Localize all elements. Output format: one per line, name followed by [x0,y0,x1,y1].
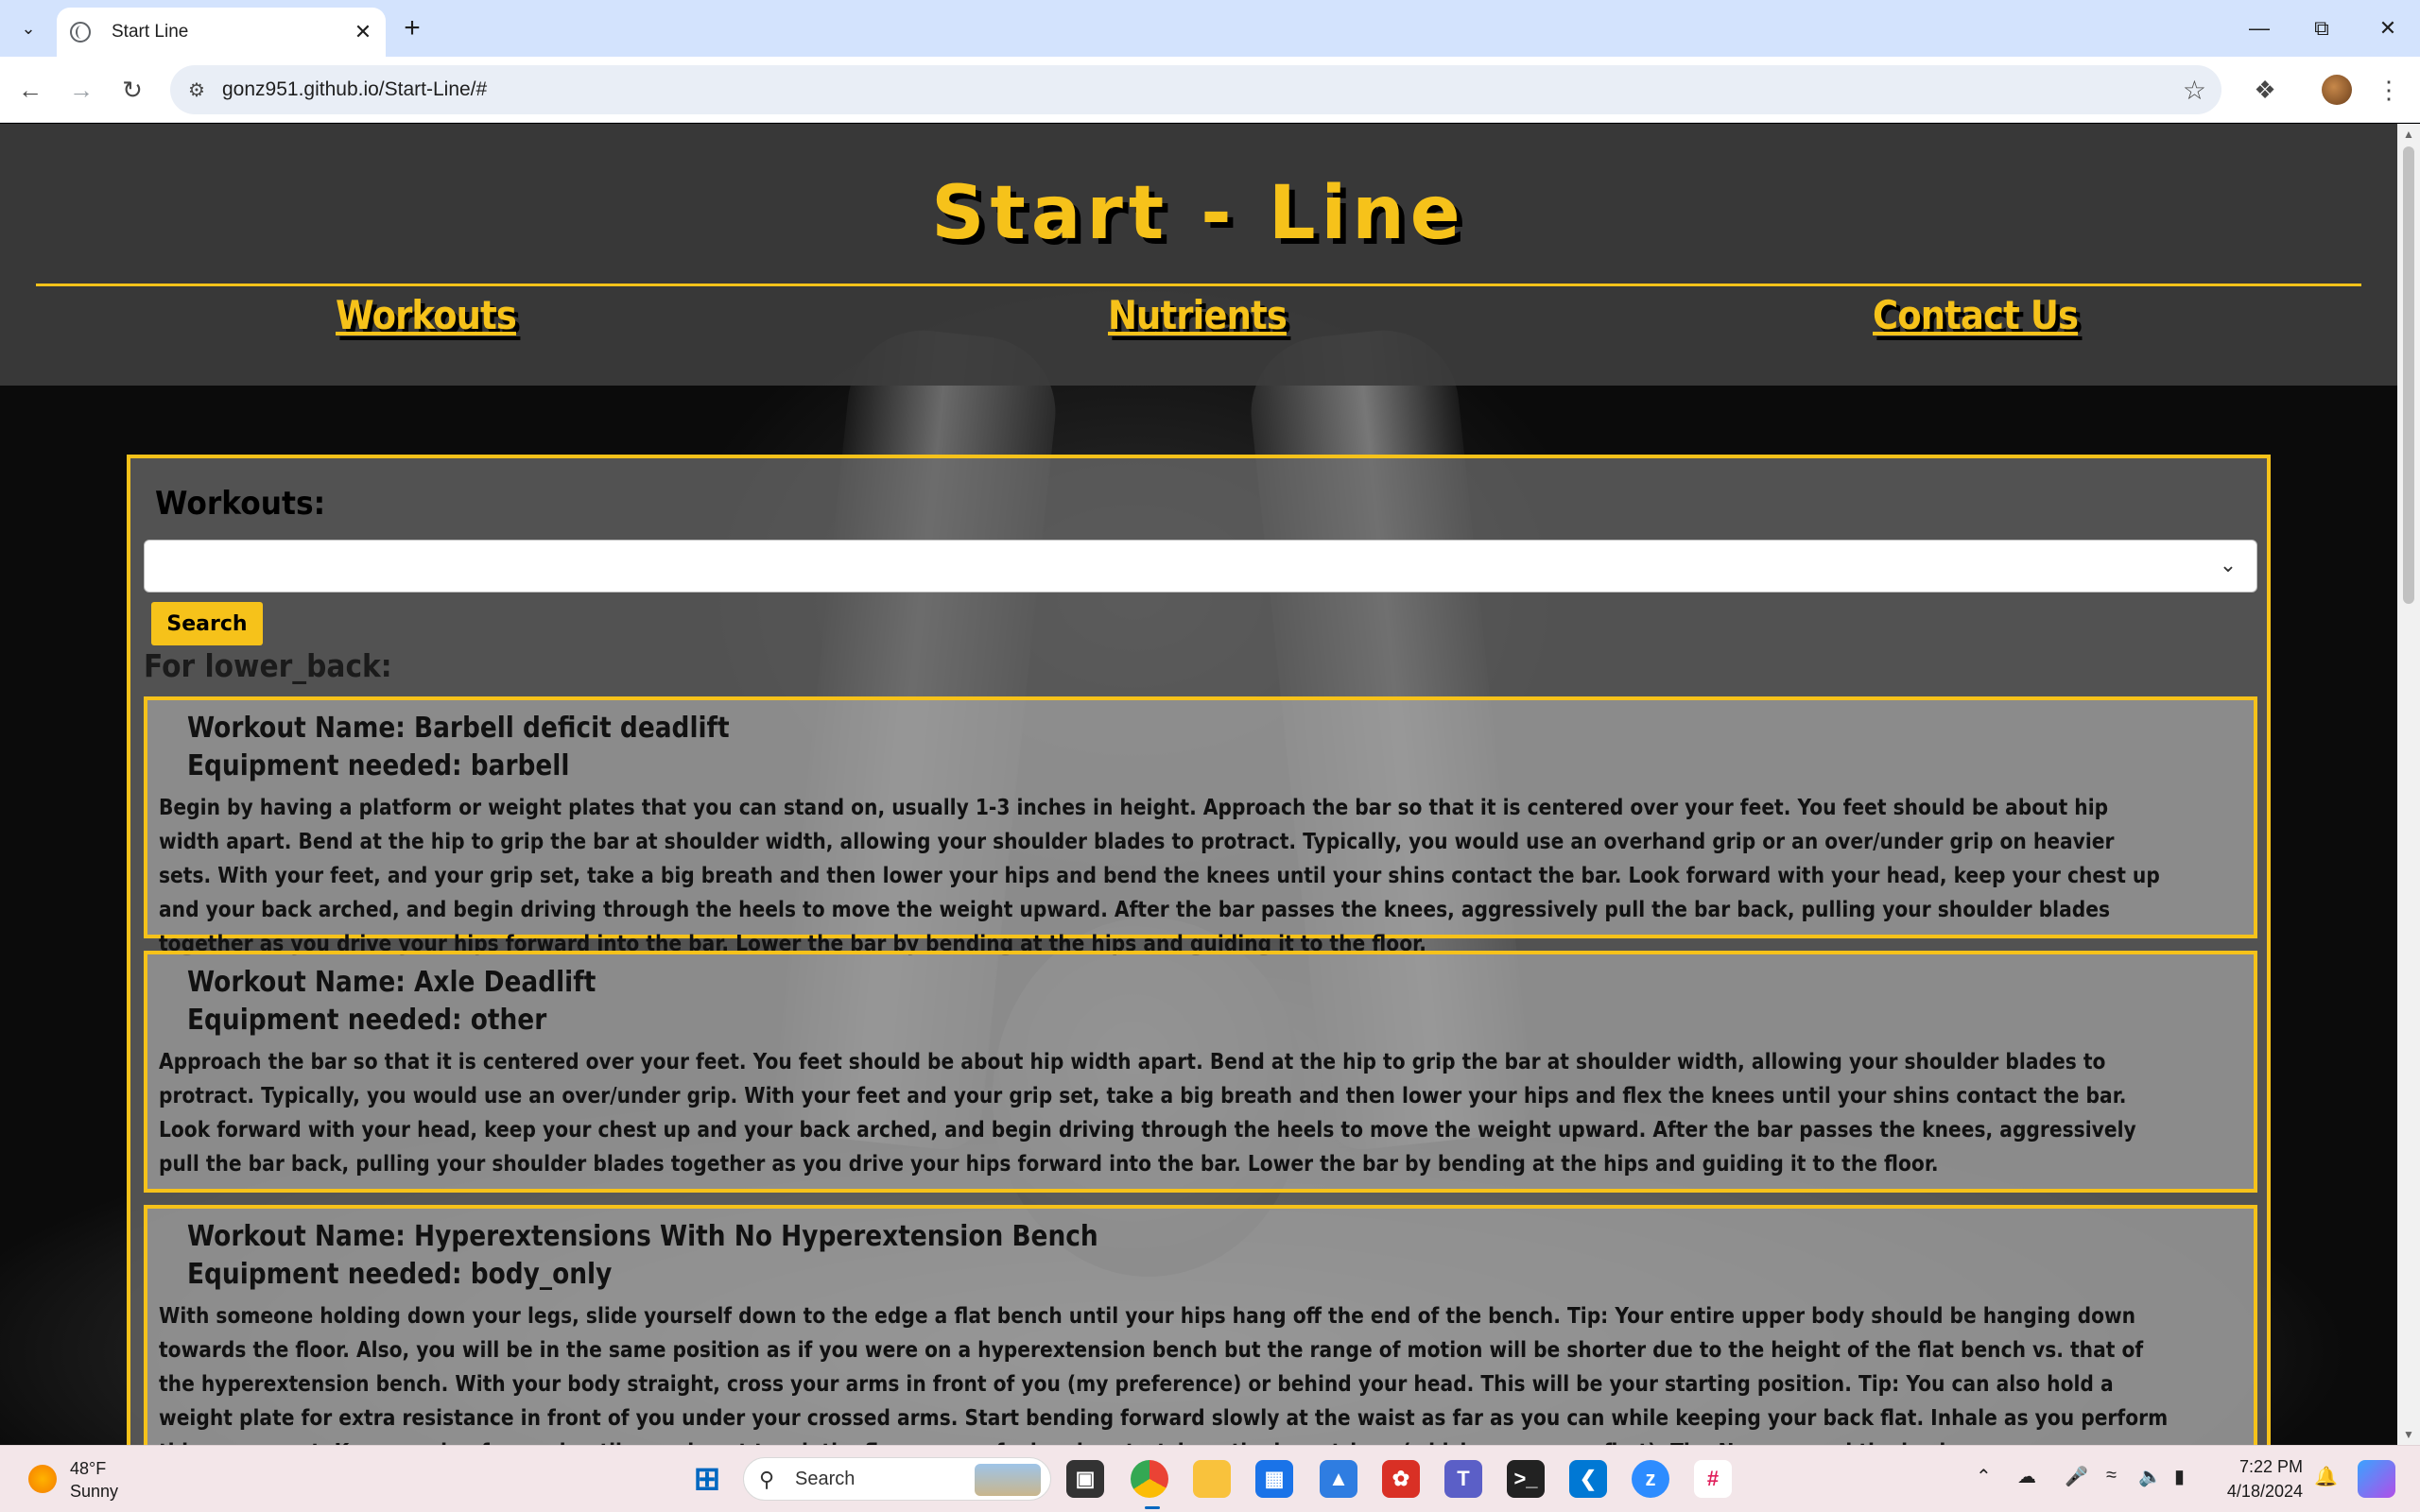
new-tab-icon[interactable]: + [397,12,427,43]
globe-icon [70,22,91,43]
muscle-select[interactable]: ⌄ [144,540,2257,593]
file-explorer-icon[interactable] [1193,1460,1231,1498]
scroll-down-icon[interactable]: ▼ [2403,1428,2414,1441]
chevron-up-icon[interactable]: ⌃ [1976,1465,1992,1488]
page-scrollbar[interactable]: ▲ ▼ [2397,124,2420,1445]
equipment-needed: Equipment needed: barbell [187,749,570,782]
browser-toolbar: ← → ↻ ⚙ gonz951.github.io/Start-Line/# ☆ [0,57,2420,123]
more-menu-icon[interactable]: ⋮ [2375,71,2403,109]
workout-description: Begin by having a platform or weight pla… [159,796,2160,956]
chrome-icon[interactable] [1131,1460,1168,1498]
site-title: Start - Line [931,171,1466,256]
microsoft-store-icon[interactable]: ▦ [1255,1460,1293,1498]
microphone-icon[interactable]: 🎤 [2065,1465,2088,1488]
bookmark-star-icon[interactable]: ☆ [2183,75,2206,106]
clock-date[interactable]: 4/18/2024 [2206,1482,2303,1502]
workout-search-panel: Workouts: ⌄ Search For lower_back: Worko… [127,455,2271,1445]
nav-contact-link[interactable]: Contact Us [1873,292,2079,338]
results-muscle-label: For lower_back: [144,647,392,684]
teams-icon[interactable]: T [1444,1460,1482,1498]
copilot-icon[interactable] [2358,1460,2395,1498]
workout-name: Workout Name: Axle Deadlift [187,966,596,999]
scroll-thumb[interactable] [2403,146,2414,604]
result-card: Workout Name: Axle Deadlift Equipment ne… [144,951,2257,1193]
equipment-needed: Equipment needed: body_only [187,1258,613,1291]
workout-description: With someone holding down your legs, sli… [159,1304,2169,1445]
task-view-icon[interactable]: ▣ [1066,1460,1104,1498]
browser-tab-strip: ⌄ Start Line ✕ + — ⧉ ✕ [0,0,2420,57]
app-red-icon[interactable]: ✿ [1382,1460,1420,1498]
nav-nutrients-link[interactable]: Nutrients [1108,292,1288,338]
search-highlight-image [975,1464,1041,1496]
clock-time[interactable]: 7:22 PM [2227,1457,2303,1477]
search-button[interactable]: Search [151,602,263,645]
equipment-needed: Equipment needed: other [187,1004,547,1037]
volume-icon[interactable]: 🔈 [2138,1465,2162,1488]
taskbar-search-label: Search [795,1469,856,1489]
zoom-icon[interactable]: z [1632,1460,1669,1498]
weather-temperature[interactable]: 48°F [70,1459,106,1479]
result-card: Workout Name: Barbell deficit deadlift E… [144,696,2257,956]
site-header: Start - Line Workouts Nutrients Contact … [0,124,2397,386]
tab-search-chevron-icon[interactable]: ⌄ [13,13,43,43]
minimize-icon[interactable]: — [2231,8,2288,49]
notification-bell-icon[interactable]: 🔔 [2314,1465,2338,1488]
header-divider [36,284,2361,286]
back-arrow-icon[interactable]: ← [11,71,49,109]
sun-icon[interactable] [28,1465,57,1493]
reload-icon[interactable]: ↻ [113,71,151,109]
taskbar-search[interactable]: ⚲ Search [743,1457,1051,1501]
forward-arrow-icon[interactable]: → [62,71,100,109]
workout-name: Workout Name: Barbell deficit deadlift [187,712,730,745]
window-close-icon[interactable]: ✕ [2360,8,2416,49]
chevron-down-icon[interactable]: ⌄ [2215,552,2241,578]
workout-name: Workout Name: Hyperextensions With No Hy… [187,1220,1098,1253]
app-icon[interactable]: ▲ [1320,1460,1357,1498]
taskbar: 48°F Sunny ⊞ ⚲ Search ▣ ▦ ▲ ✿ T >_ ❮ z #… [0,1445,2420,1512]
wifi-icon[interactable]: ≈ [2106,1465,2117,1486]
url-text[interactable]: gonz951.github.io/Start-Line/# [222,78,487,101]
address-bar[interactable]: ⚙ gonz951.github.io/Start-Line/# ☆ [170,65,2221,114]
weather-condition[interactable]: Sunny [70,1482,118,1502]
slack-icon[interactable]: # [1694,1460,1732,1498]
battery-icon[interactable]: ▮ [2174,1465,2185,1488]
nav-workouts-link[interactable]: Workouts [336,292,517,338]
tab-title: Start Line [112,22,189,42]
page-viewport: Start - Line Workouts Nutrients Contact … [0,124,2397,1445]
extensions-puzzle-icon[interactable]: ❖ [2246,71,2284,109]
site-info-icon[interactable]: ⚙ [183,77,210,103]
active-app-indicator [1145,1506,1160,1509]
vscode-icon[interactable]: ❮ [1569,1460,1607,1498]
panel-heading: Workouts: [155,485,326,523]
scroll-up-icon[interactable]: ▲ [2403,128,2414,141]
restore-icon[interactable]: ⧉ [2293,8,2350,49]
browser-tab[interactable]: Start Line ✕ [57,8,386,57]
result-card: Workout Name: Hyperextensions With No Hy… [144,1205,2257,1445]
windows-start-icon[interactable]: ⊞ [688,1460,726,1498]
search-icon: ⚲ [759,1468,775,1491]
profile-avatar[interactable] [2322,75,2352,105]
close-tab-icon[interactable]: ✕ [350,19,376,45]
terminal-icon[interactable]: >_ [1507,1460,1545,1498]
onedrive-icon[interactable]: ☁ [2017,1465,2036,1488]
workout-description: Approach the bar so that it is centered … [159,1050,2136,1177]
